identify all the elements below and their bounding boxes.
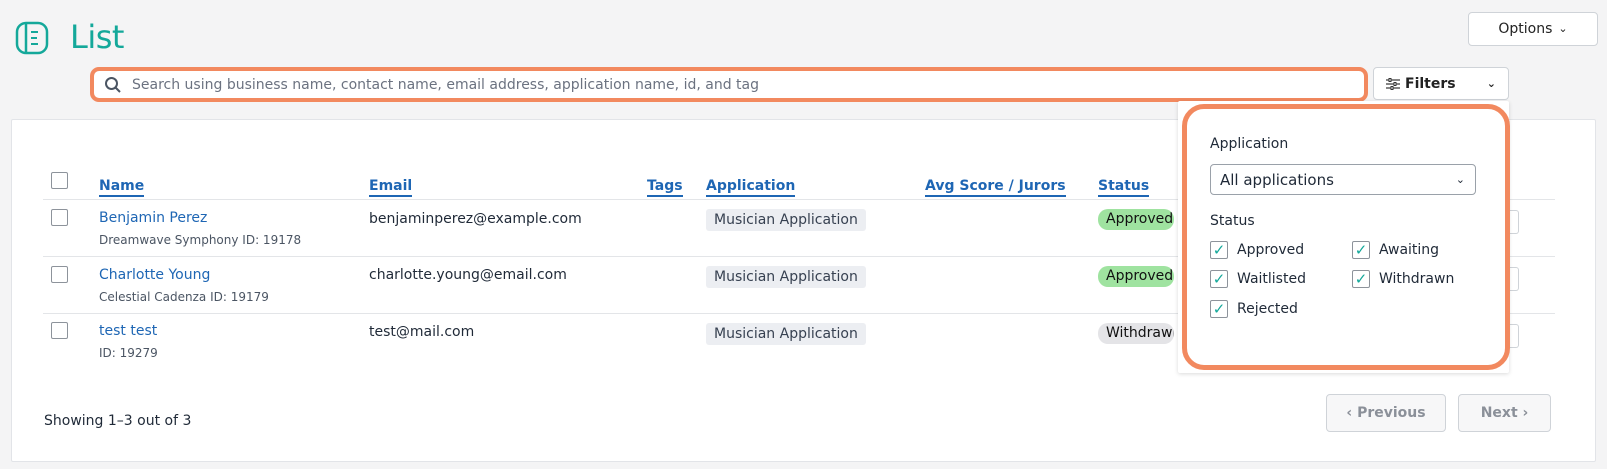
application-select-value: All applications (1220, 170, 1334, 189)
status-checkbox-rejected[interactable]: ✓ (1210, 300, 1228, 318)
column-header-tags[interactable]: Tags (647, 178, 683, 197)
filters-button[interactable]: Filters ⌄ (1373, 67, 1509, 100)
status-checkbox-label: Withdrawn (1379, 271, 1455, 287)
chevron-down-icon: ⌄ (1455, 173, 1465, 186)
chevron-down-icon: ⌄ (1486, 77, 1496, 90)
application-filter-label: Application (1210, 136, 1289, 152)
status-badge: Approved (1098, 209, 1174, 230)
previous-button[interactable]: ‹ Previous (1326, 394, 1446, 432)
row-checkbox[interactable] (51, 322, 68, 339)
row-email: benjaminperez@example.com (369, 211, 582, 227)
row-name-link[interactable]: Charlotte Young (99, 267, 210, 283)
column-header-name[interactable]: Name (99, 178, 145, 197)
status-checkbox-label: Approved (1237, 242, 1305, 258)
status-badge: Approved (1098, 266, 1174, 287)
application-badge: Musician Application (706, 209, 866, 231)
row-checkbox[interactable] (51, 266, 68, 283)
status-checkbox-label: Awaiting (1379, 242, 1440, 258)
application-badge: Musician Application (706, 323, 866, 345)
search-input[interactable] (130, 75, 1334, 94)
row-name-link[interactable]: Benjamin Perez (99, 210, 207, 226)
row-action-button[interactable] (1509, 210, 1519, 234)
next-button[interactable]: Next › (1458, 394, 1551, 432)
app-logo-icon (15, 21, 49, 55)
column-header-avg-score[interactable]: Avg Score / Jurors (925, 178, 1066, 197)
options-label: Options (1498, 21, 1553, 37)
row-email: test@mail.com (369, 324, 475, 340)
page-title: List (70, 18, 124, 56)
select-all-checkbox[interactable] (51, 172, 68, 189)
options-button[interactable]: Options ⌄ (1468, 12, 1598, 46)
status-checkbox-awaiting[interactable]: ✓ (1352, 241, 1370, 259)
row-subtitle: Dreamwave Symphony ID: 19178 (99, 233, 302, 247)
column-header-application[interactable]: Application (706, 178, 796, 197)
status-checkbox-label: Rejected (1237, 301, 1298, 317)
row-checkbox[interactable] (51, 209, 68, 226)
column-header-status[interactable]: Status (1098, 178, 1150, 197)
pagination-summary: Showing 1–3 out of 3 (44, 413, 192, 429)
row-action-button[interactable] (1509, 267, 1519, 291)
status-badge: Withdrawn (1098, 323, 1174, 344)
row-email: charlotte.young@email.com (369, 267, 567, 283)
application-badge: Musician Application (706, 266, 866, 288)
row-subtitle: Celestial Cadenza ID: 19179 (99, 290, 269, 304)
application-select[interactable]: All applications ⌄ (1210, 164, 1476, 195)
chevron-down-icon: ⌄ (1558, 21, 1568, 35)
search-icon (105, 76, 121, 93)
filter-sliders-icon (1386, 77, 1400, 90)
status-checkbox-label: Waitlisted (1237, 271, 1306, 287)
row-action-button[interactable] (1509, 324, 1519, 348)
status-checkbox-approved[interactable]: ✓ (1210, 241, 1228, 259)
search-bar[interactable] (90, 67, 1368, 102)
filters-label: Filters (1405, 75, 1456, 92)
status-checkbox-withdrawn[interactable]: ✓ (1352, 270, 1370, 288)
column-header-email[interactable]: Email (369, 178, 413, 197)
status-checkbox-waitlisted[interactable]: ✓ (1210, 270, 1228, 288)
row-subtitle: ID: 19279 (99, 346, 158, 360)
row-name-link[interactable]: test test (99, 323, 157, 339)
status-filter-label: Status (1210, 213, 1255, 229)
